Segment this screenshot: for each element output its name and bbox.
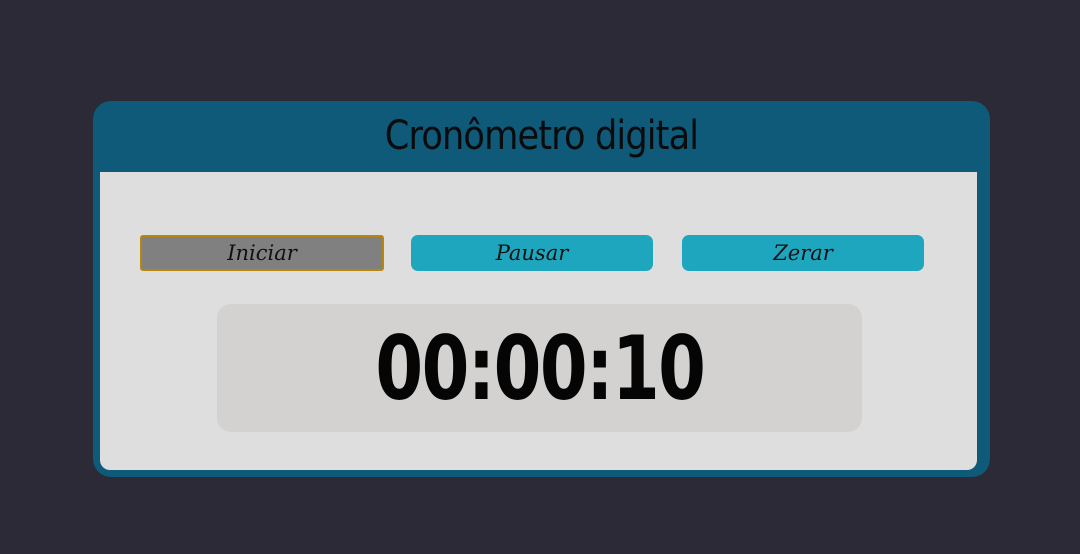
- pause-button[interactable]: Pausar: [411, 235, 653, 271]
- time-display: 00:00:10: [217, 304, 862, 432]
- reset-button[interactable]: Zerar: [682, 235, 924, 271]
- stopwatch-card: Cronômetro digital Iniciar Pausar Zerar …: [93, 101, 990, 477]
- start-button[interactable]: Iniciar: [140, 235, 384, 271]
- stopwatch-panel: Iniciar Pausar Zerar 00:00:10: [100, 172, 977, 470]
- time-readout: 00:00:10: [375, 316, 706, 420]
- page-title: Cronômetro digital: [384, 113, 699, 159]
